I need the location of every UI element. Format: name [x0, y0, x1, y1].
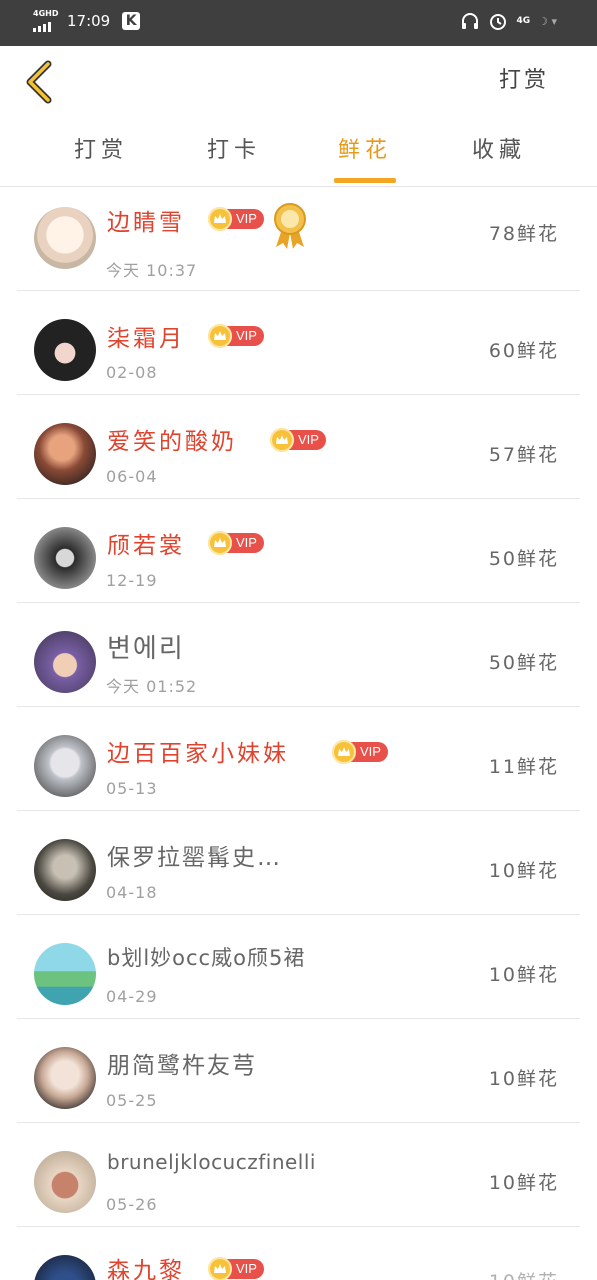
avatar[interactable]	[34, 319, 96, 381]
flower-count: 78鲜花	[488, 223, 559, 245]
flower-count: 10鲜花	[489, 1267, 559, 1280]
app-notification-icon: K	[122, 12, 141, 30]
medal-icon	[274, 203, 306, 249]
timestamp: 06-04	[106, 467, 158, 486]
flower-count: 57鲜花	[488, 444, 559, 466]
user-name[interactable]: 边睛雪	[107, 203, 185, 237]
crown-icon	[270, 428, 294, 452]
signal-bars-icon	[33, 22, 51, 32]
vip-badge: VIP	[270, 428, 326, 452]
avatar[interactable]	[34, 527, 96, 589]
avatar[interactable]	[34, 735, 96, 797]
crown-icon	[208, 531, 232, 555]
list-item[interactable]: 朋简鹭杵友芎 05-25 10鲜花	[0, 1019, 597, 1123]
tab-bar: 打赏 打卡 鲜花 收藏	[0, 128, 597, 186]
user-name[interactable]: bruneljklocuczfinelli	[107, 1150, 316, 1174]
vip-badge: VIP	[332, 740, 388, 764]
status-right: 4G ☽ ▾	[460, 11, 557, 31]
timestamp: 今天 01:52	[106, 677, 198, 696]
timestamp: 05-25	[106, 1091, 158, 1110]
tab-flowers[interactable]: 鲜花	[338, 132, 392, 164]
crown-icon	[208, 207, 232, 231]
list-item[interactable]: 保罗拉罂髯史… 04-18 10鲜花	[0, 811, 597, 915]
timestamp: 12-19	[106, 571, 158, 590]
active-tab-indicator	[334, 178, 396, 183]
reward-action-button[interactable]: 打赏	[499, 62, 549, 94]
back-button[interactable]	[22, 60, 56, 104]
avatar[interactable]	[34, 1151, 96, 1213]
vip-badge: VIP	[208, 207, 264, 231]
user-name[interactable]: 边百百家小妹妹	[107, 734, 289, 768]
alarm-icon	[490, 14, 507, 30]
list-item[interactable]: 边百百家小妹妹 VIP 05-13 11鲜花	[0, 707, 597, 811]
network-type: 4GHD	[33, 9, 59, 18]
list-item[interactable]: 柒霜月 VIP 02-08 60鲜花	[0, 291, 597, 395]
list-item[interactable]: 森九黎 VIP 10鲜花	[0, 1227, 597, 1280]
list-item[interactable]: 爱笑的酸奶 VIP 06-04 57鲜花	[0, 395, 597, 499]
flower-count: 50鲜花	[488, 652, 559, 674]
vip-badge: VIP	[208, 324, 264, 348]
timestamp: 04-29	[106, 987, 158, 1006]
avatar[interactable]	[34, 1047, 96, 1109]
moon-icon: ☽ ▾	[538, 14, 557, 28]
vip-badge: VIP	[208, 1257, 264, 1280]
signal-indicator: 4GHD	[33, 10, 59, 32]
status-bar: 4GHD 17:09 K 4G ☽ ▾	[0, 0, 597, 46]
tab-favorites[interactable]: 收藏	[472, 132, 526, 164]
user-name[interactable]: 柒霜月	[107, 319, 185, 353]
avatar[interactable]	[34, 1255, 96, 1280]
user-name[interactable]: 颀若裳	[107, 526, 185, 560]
user-name[interactable]: 朋简鹭杵友芎	[107, 1046, 257, 1080]
avatar[interactable]	[34, 423, 96, 485]
crown-icon	[208, 1257, 232, 1280]
flower-count: 10鲜花	[488, 1068, 559, 1090]
cell-type: 4G	[516, 15, 531, 26]
avatar[interactable]	[34, 631, 96, 693]
timestamp: 05-13	[106, 779, 158, 798]
list-item[interactable]: 颀若裳 VIP 12-19 50鲜花	[0, 499, 597, 603]
crown-icon	[208, 324, 232, 348]
tab-checkin[interactable]: 打卡	[207, 132, 261, 164]
flower-count: 10鲜花	[488, 1172, 559, 1194]
user-name[interactable]: 保罗拉罂髯史…	[107, 838, 282, 872]
headphones-icon	[462, 13, 479, 29]
tab-reward[interactable]: 打赏	[74, 132, 128, 164]
list-item[interactable]: 변에리 今天 01:52 50鲜花	[0, 603, 597, 707]
user-name[interactable]: 森九黎	[107, 1251, 185, 1280]
user-name[interactable]: 爱笑的酸奶	[107, 422, 237, 456]
flower-count: 11鲜花	[488, 756, 559, 778]
user-name[interactable]: 변에리	[107, 628, 185, 665]
list-item[interactable]: b划l妙occ威o颀5裙 04-29 10鲜花	[0, 915, 597, 1019]
timestamp: 04-18	[106, 883, 158, 902]
timestamp: 02-08	[106, 363, 158, 382]
flower-count: 50鲜花	[488, 548, 559, 570]
flower-count: 60鲜花	[488, 340, 559, 362]
vip-badge: VIP	[208, 531, 264, 555]
timestamp: 05-26	[106, 1195, 158, 1214]
timestamp: 今天 10:37	[106, 261, 198, 280]
status-time: 17:09	[67, 12, 111, 30]
crown-icon	[332, 740, 356, 764]
list-item[interactable]: bruneljklocuczfinelli 05-26 10鲜花	[0, 1123, 597, 1227]
status-left: 4GHD 17:09 K	[33, 10, 141, 32]
flower-count: 10鲜花	[488, 964, 559, 986]
flower-count: 10鲜花	[488, 860, 559, 882]
avatar[interactable]	[34, 839, 96, 901]
avatar[interactable]	[34, 943, 96, 1005]
user-name[interactable]: b划l妙occ威o颀5裙	[107, 942, 305, 972]
avatar[interactable]	[34, 207, 96, 269]
list-item[interactable]: 边睛雪 VIP 今天 10:37 78鲜花	[0, 187, 597, 291]
